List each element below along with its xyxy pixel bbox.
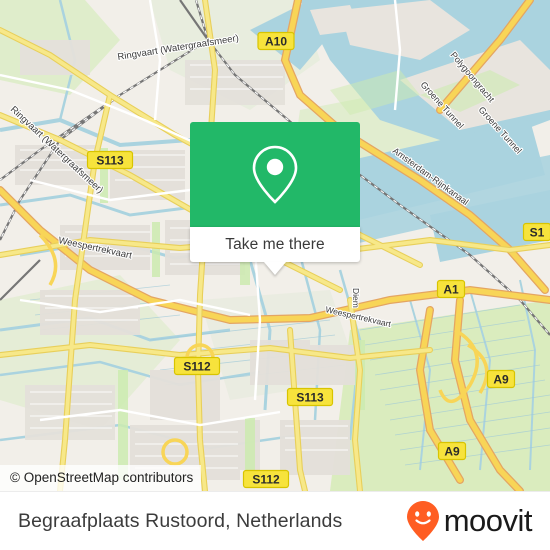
- location-pin-icon: [252, 145, 298, 204]
- popup-pointer-tail: [264, 262, 286, 275]
- take-me-there-button[interactable]: Take me there: [190, 227, 360, 262]
- place-popup-card[interactable]: Take me there: [190, 122, 360, 275]
- map-page: A10 S113 A1 S1 S112 S113 A9 A9 S112 Ringvaart (W…: [0, 0, 550, 550]
- popup-image-area: [190, 122, 360, 227]
- osm-attribution[interactable]: © OpenStreetMap contributors: [0, 465, 202, 491]
- page-footer: Begraafplaats Rustoord, Netherlands moov…: [0, 491, 550, 550]
- moovit-wordmark: moovit: [443, 503, 533, 538]
- moovit-logo[interactable]: moovit: [406, 500, 533, 542]
- moovit-smiley-pin-icon: [406, 501, 439, 541]
- place-title: Begraafplaats Rustoord, Netherlands: [18, 509, 343, 532]
